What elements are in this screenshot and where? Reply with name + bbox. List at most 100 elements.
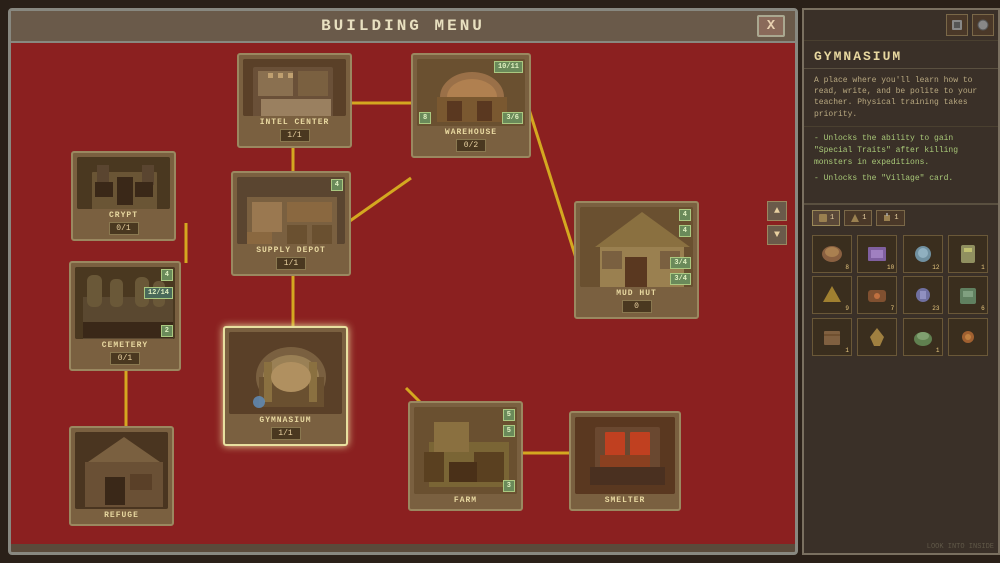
warehouse-badge-br: 3/6: [502, 112, 523, 124]
gymnasium-image: [229, 332, 342, 414]
warehouse-badge-bl: 8: [419, 112, 431, 124]
resource-item-10[interactable]: 1: [903, 318, 943, 356]
resource-item-1[interactable]: 10: [857, 235, 897, 273]
right-panel-header: GYMNASIUM: [804, 41, 998, 69]
resource-item-11[interactable]: [948, 318, 988, 356]
building-card-mud-hut[interactable]: 4 4 3/4 3/4 MUD HUT 0: [574, 201, 699, 319]
building-card-warehouse[interactable]: 10/11 8 3/6 WAREHOUSE 0/2: [411, 53, 531, 158]
building-card-farm[interactable]: 5 5 3 FARM: [408, 401, 523, 511]
menu-header: BUILDING MENU X: [11, 11, 795, 43]
cemetery-badge-bottom: 2: [161, 325, 173, 337]
crypt-label: CRYPT: [109, 211, 138, 220]
farm-badge-mid: 5: [503, 425, 515, 437]
resource-count-8: 1: [845, 347, 849, 354]
resource-icon-11: [955, 326, 981, 348]
panel-bullets: - Unlocks the ability to gain "Special T…: [804, 127, 998, 195]
resource-tab-3[interactable]: 1: [876, 210, 904, 226]
building-card-intel-center[interactable]: INTEL CENTER 1/1: [237, 53, 352, 148]
resource-count-5: 7: [891, 305, 895, 312]
panel-building-name: GYMNASIUM: [814, 49, 988, 64]
panel-bullet-1: - Unlocks the ability to gain "Special T…: [814, 133, 988, 169]
cemetery-counter: 0/1: [110, 352, 140, 365]
panel-description: A place where you'll learn how to read, …: [804, 69, 998, 127]
building-card-refuge[interactable]: REFUGE: [69, 426, 174, 526]
panel-icon-2[interactable]: [972, 14, 994, 36]
building-card-cemetery[interactable]: 4 12/14 2 CEMETERY 0/1: [69, 261, 181, 371]
intel-center-label: INTEL CENTER: [260, 118, 330, 127]
panel-icon-1[interactable]: [946, 14, 968, 36]
intel-center-image: [243, 59, 346, 116]
menu-title: BUILDING MENU: [321, 17, 485, 35]
refuge-image: [75, 432, 168, 509]
mud-hut-badge-br: 3/4: [670, 257, 691, 269]
resource-tab-1[interactable]: 1: [812, 210, 840, 226]
mud-hut-badge-br2: 3/4: [670, 273, 691, 285]
intel-center-counter: 1/1: [280, 129, 310, 142]
close-button[interactable]: X: [757, 15, 785, 37]
building-card-supply-depot[interactable]: 4 SUPPLY DEPOT 1/1: [231, 171, 351, 276]
menu-content: INTEL CENTER 1/1 10/11 8 3/6: [11, 43, 795, 544]
panel-icon-2-svg: [976, 18, 990, 32]
resource-count-7: 6: [981, 305, 985, 312]
mud-hut-counter: 0: [622, 300, 652, 313]
resource-icon-9: [864, 326, 890, 348]
gymnasium-art: [229, 332, 342, 414]
resource-icon-7: [955, 284, 981, 306]
game-background: BUILDING MENU X: [0, 0, 1000, 563]
tab-icon-1: [818, 213, 828, 223]
smelter-art: [575, 417, 675, 494]
mud-hut-badge-top: 4: [679, 209, 691, 221]
farm-art: [414, 407, 517, 494]
resource-item-6[interactable]: 23: [903, 276, 943, 314]
resource-count-1: 10: [887, 264, 894, 271]
resource-icon-5: [864, 284, 890, 306]
gymnasium-label: GYMNASIUM: [259, 416, 311, 425]
cemetery-image: 4 12/14 2: [75, 267, 175, 339]
resource-item-8[interactable]: 1: [812, 318, 852, 356]
crypt-image: [77, 157, 170, 209]
mud-hut-badge-mid: 4: [679, 225, 691, 237]
building-card-smelter[interactable]: SMELTER: [569, 411, 681, 511]
resource-tab-2[interactable]: 1: [844, 210, 872, 226]
tab-1-count: 1: [830, 214, 834, 222]
refuge-art: [75, 432, 168, 509]
resource-grid-2: 1 1: [804, 318, 998, 360]
tab-3-count: 1: [894, 214, 898, 222]
smelter-image: [575, 417, 675, 494]
hint-text: LOOK INTO INSIDE: [927, 543, 994, 551]
supply-depot-badge: 4: [331, 179, 343, 191]
resource-item-3[interactable]: 1: [948, 235, 988, 273]
resource-icon-4: [819, 284, 845, 306]
resource-item-4[interactable]: 9: [812, 276, 852, 314]
scroll-up-button[interactable]: ▲: [767, 201, 787, 221]
supply-depot-art: [237, 177, 345, 244]
resource-count-10: 1: [936, 347, 940, 354]
resource-item-2[interactable]: 12: [903, 235, 943, 273]
resource-item-7[interactable]: 6: [948, 276, 988, 314]
resource-item-5[interactable]: 7: [857, 276, 897, 314]
farm-badge-bottom: 3: [503, 480, 515, 492]
scroll-down-button[interactable]: ▼: [767, 225, 787, 245]
resource-item-0[interactable]: 8: [812, 235, 852, 273]
mud-hut-image: 4 4 3/4 3/4: [580, 207, 693, 287]
building-card-crypt[interactable]: CRYPT 0/1: [71, 151, 176, 241]
warehouse-badge-top: 10/11: [494, 61, 523, 73]
crypt-art: [77, 157, 170, 209]
mud-hut-label: MUD HUT: [616, 289, 657, 298]
farm-image: 5 5 3: [414, 407, 517, 494]
supply-depot-label: SUPPLY DEPOT: [256, 246, 326, 255]
resource-icon-0: [819, 243, 845, 265]
cemetery-badge-top: 4: [161, 269, 173, 281]
resource-count-0: 8: [845, 264, 849, 271]
supply-depot-counter: 1/1: [276, 257, 306, 270]
resource-item-9[interactable]: [857, 318, 897, 356]
farm-badge-top: 5: [503, 409, 515, 421]
resource-icon-1: [864, 243, 890, 265]
warehouse-image: 10/11 8 3/6: [417, 59, 525, 126]
cemetery-badge-mid: 12/14: [144, 287, 173, 299]
right-panel: GYMNASIUM A place where you'll learn how…: [802, 8, 1000, 555]
building-card-gymnasium[interactable]: GYMNASIUM 1/1: [223, 326, 348, 446]
resource-icon-6: [910, 284, 936, 306]
resource-icon-10: [910, 326, 936, 348]
gymnasium-counter: 1/1: [271, 427, 301, 440]
